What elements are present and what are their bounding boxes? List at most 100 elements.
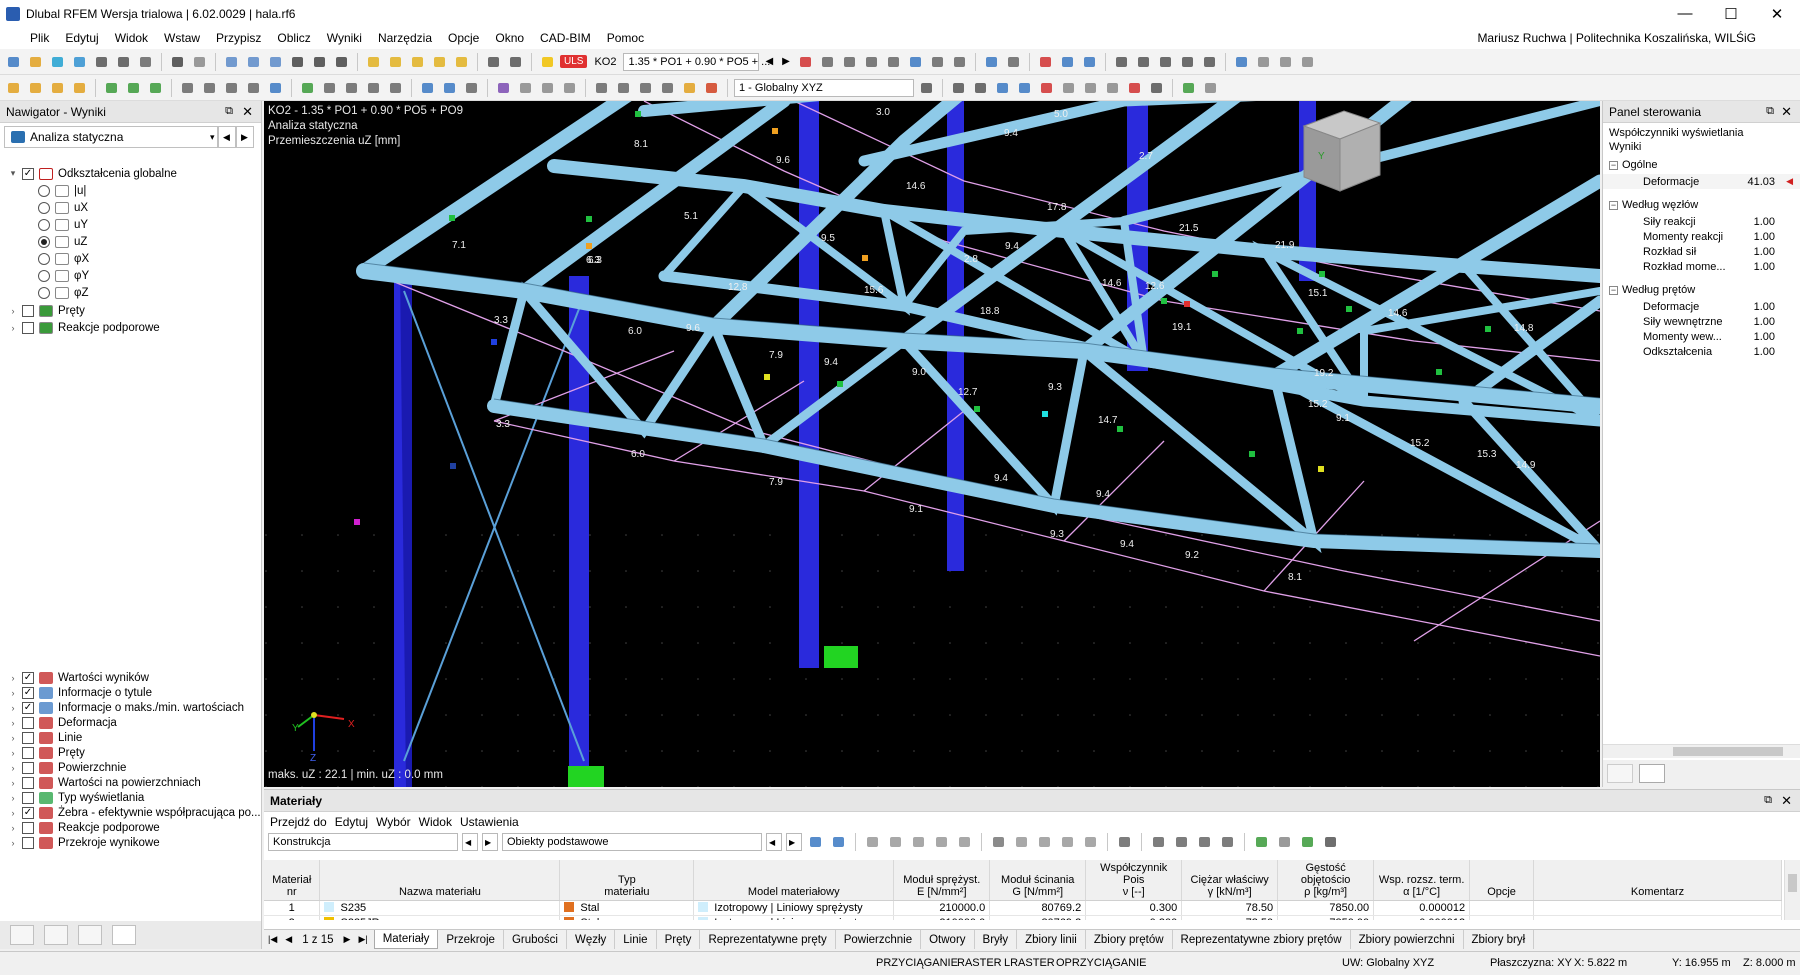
table-menu-settings[interactable]: Ustawienia (460, 815, 527, 829)
tree-item[interactable]: φX (38, 250, 89, 267)
mirror-icon[interactable] (560, 79, 579, 97)
tree-item[interactable]: uZ (38, 233, 87, 250)
menu-opcje[interactable]: Opcje (440, 31, 487, 45)
expand-icon[interactable]: › (8, 733, 18, 743)
search-icon[interactable] (430, 53, 449, 71)
member-icon[interactable] (70, 79, 89, 97)
highlight-icon[interactable] (680, 79, 699, 97)
table-tab[interactable]: Zbiory brył (1464, 930, 1535, 949)
ortho-icon[interactable] (1015, 79, 1034, 97)
screenshot-icon[interactable] (1147, 79, 1166, 97)
column-header[interactable]: Typ materiału (559, 860, 695, 901)
column-header[interactable]: Nazwa materiału (319, 860, 561, 901)
calculate-icon[interactable] (364, 53, 383, 71)
menu-edytuj[interactable]: Edytuj (57, 31, 106, 45)
view-icon[interactable] (310, 53, 329, 71)
panel-section-header[interactable]: − Ogólne (1609, 159, 1657, 171)
more-tools-icon[interactable] (1298, 53, 1317, 71)
save-icon[interactable] (92, 53, 111, 71)
factor-row[interactable]: Siły reakcji 1.00 (1603, 214, 1800, 229)
views-tab-icon[interactable] (78, 925, 102, 945)
expand-icon[interactable]: › (8, 763, 18, 773)
column-header[interactable]: Opcje (1469, 860, 1535, 901)
measure-icon[interactable] (1059, 79, 1078, 97)
snap-icon[interactable] (418, 79, 437, 97)
table-filter-icon[interactable] (1149, 833, 1168, 851)
table-cell[interactable]: 0.300 (1085, 900, 1183, 916)
checkbox[interactable] (22, 776, 34, 789)
table-menu-view[interactable]: Widok (419, 815, 460, 829)
radio-button[interactable] (38, 218, 50, 231)
checkbox[interactable]: ✓ (22, 806, 34, 819)
tree-item[interactable]: › Pręty (8, 302, 85, 319)
menu-widok[interactable]: Widok (107, 31, 156, 45)
factor-value[interactable]: 1.00 (1754, 246, 1775, 258)
symmetry-icon[interactable] (1103, 79, 1122, 97)
delete-icon[interactable] (1037, 79, 1056, 97)
decimals-icon[interactable] (1298, 833, 1317, 851)
table-scroll-thumb[interactable] (1788, 874, 1797, 892)
surface-results-icon[interactable] (862, 53, 881, 71)
radio-button[interactable] (38, 184, 50, 197)
close-button[interactable]: ✕ (1754, 0, 1800, 27)
frame-icon[interactable] (342, 79, 361, 97)
extreme-values-icon[interactable] (982, 53, 1001, 71)
pin-table-icon[interactable]: ⧉ (1764, 794, 1772, 807)
new-model-icon[interactable] (4, 53, 23, 71)
checkbox[interactable]: ✓ (22, 701, 34, 714)
table-cell[interactable] (1533, 915, 1782, 920)
minimize-button[interactable]: — (1662, 0, 1708, 27)
scale-icon[interactable] (1276, 53, 1295, 71)
menu-oblicz[interactable]: Oblicz (269, 31, 318, 45)
webservice-icon[interactable] (48, 53, 67, 71)
scroll-thumb[interactable] (1673, 747, 1783, 756)
snap-grid-icon[interactable] (971, 79, 990, 97)
expand-icon[interactable]: › (8, 323, 18, 333)
close-navigator-icon[interactable]: ✕ (242, 104, 253, 120)
column-header[interactable]: Moduł sprężyst. E [N/mm²] (893, 860, 991, 901)
navigator-toggle-icon[interactable] (222, 53, 241, 71)
table-tab[interactable]: Zbiory prętów (1086, 930, 1173, 949)
view-3d-icon[interactable] (1058, 53, 1077, 71)
table-tab[interactable]: Bryły (975, 930, 1018, 949)
table-cell[interactable]: 0.300 (1085, 915, 1183, 920)
menu-wyniki[interactable]: Wyniki (319, 31, 370, 45)
values-on-members-icon[interactable] (1004, 53, 1023, 71)
print-table-icon[interactable] (1275, 833, 1294, 851)
model-manager-icon[interactable] (70, 53, 89, 71)
expand-icon[interactable]: › (8, 748, 18, 758)
support-results-icon[interactable] (884, 53, 903, 71)
tree-item[interactable]: φZ (38, 284, 88, 301)
checkbox[interactable]: ✓ (22, 671, 34, 684)
view-iso-icon[interactable] (1080, 53, 1099, 71)
render-mode-icon[interactable] (1232, 53, 1251, 71)
node-icon[interactable] (26, 79, 45, 97)
dimension-icon[interactable] (244, 79, 263, 97)
table-export-icon[interactable] (1081, 833, 1100, 851)
factor-row[interactable]: Rozkład sił 1.00 (1603, 244, 1800, 259)
merge-icon[interactable] (636, 79, 655, 97)
menu-wstaw[interactable]: Wstaw (156, 31, 208, 45)
tables-toggle-icon[interactable] (244, 53, 263, 71)
column-header[interactable]: Model materiałowy (693, 860, 895, 901)
factor-value[interactable]: 1.00 (1754, 316, 1775, 328)
table-cell[interactable]: Izotropowy | Liniowy sprężysty (693, 900, 895, 916)
load-combination-select[interactable]: 1.35 * PO1 + 0.90 * PO5 + ... (623, 52, 770, 71)
table-sort-icon[interactable] (955, 833, 974, 851)
guide-icon[interactable] (266, 79, 285, 97)
factor-row[interactable]: Deformacje 1.00 (1603, 299, 1800, 314)
close-table-icon[interactable]: ✕ (1781, 793, 1792, 809)
redo-icon[interactable] (190, 53, 209, 71)
table-cell[interactable]: 7850.00 (1277, 915, 1375, 920)
table-cell[interactable]: 78.50 (1181, 915, 1279, 920)
expand-icon[interactable]: › (8, 718, 18, 728)
expand-icon[interactable]: › (8, 688, 18, 698)
factor-value[interactable]: 41.03 (1747, 176, 1775, 188)
menu-okno[interactable]: Okno (487, 31, 532, 45)
collapse-icon[interactable]: − (1609, 160, 1618, 170)
checkbox[interactable] (22, 746, 34, 759)
view-cube[interactable]: Y (1302, 110, 1382, 192)
grid-toggle-icon[interactable] (949, 79, 968, 97)
line-icon[interactable] (48, 79, 67, 97)
next-filter-icon[interactable]: ▶ (482, 833, 498, 851)
